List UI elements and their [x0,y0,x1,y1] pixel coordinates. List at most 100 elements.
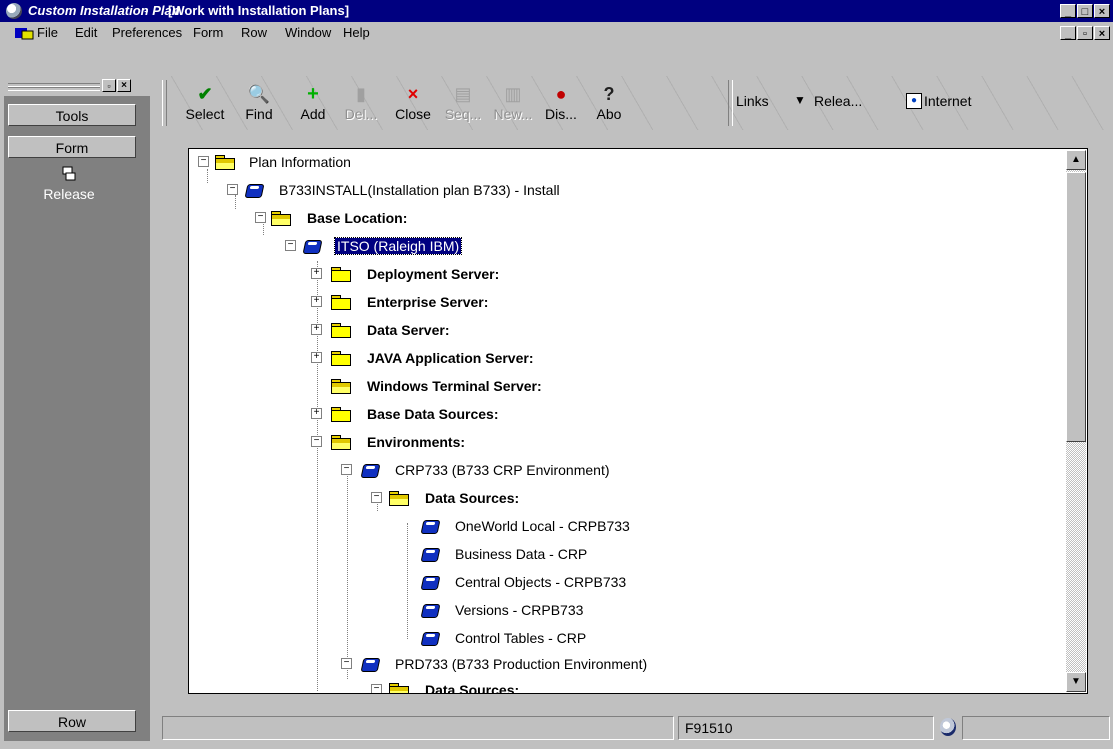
expand-icon[interactable]: + [311,268,322,279]
tree-node-windows-terminal-server[interactable]: Windows Terminal Server: [189,373,1049,399]
close-form-button[interactable]: × Close [388,76,438,130]
collapse-icon[interactable]: − [311,436,322,447]
collapse-icon[interactable]: − [285,240,296,251]
folder-icon [331,351,351,366]
selected-node-label: ITSO (Raleigh IBM) [333,237,463,255]
app-icon[interactable] [6,3,22,19]
database-icon [421,518,439,534]
panel-restore-button[interactable]: ▫ [102,79,116,92]
sequence-icon: ▤ [454,84,472,104]
internet-icon: ● [906,93,922,109]
scroll-thumb[interactable] [1066,172,1086,442]
release-icon [62,166,76,181]
tree-node-plan[interactable]: − B733INSTALL(Installation plan B733) - … [189,177,1049,203]
database-icon [421,546,439,562]
tree-node-datasource[interactable]: Versions - CRPB733 [189,597,1049,623]
tree-node-datasource[interactable]: Business Data - CRP [189,541,1049,567]
tree-node-java-server[interactable]: + JAVA Application Server: [189,345,1049,371]
tree-node-itso[interactable]: − ITSO (Raleigh IBM) [189,233,1049,259]
new-button[interactable]: ▥ New... [488,76,538,130]
find-button[interactable]: 🔍 Find [234,76,284,130]
expand-icon[interactable]: + [311,352,322,363]
tools-tab[interactable]: Tools [8,104,136,126]
document-menu-icon[interactable] [14,26,34,40]
delete-button[interactable]: ▮ Del... [336,76,386,130]
tree-node-environments[interactable]: − Environments: [189,429,1049,455]
about-button[interactable]: ? Abo [584,76,634,130]
internet-link[interactable]: Internet [924,93,971,109]
menu-row[interactable]: Row [241,25,267,40]
open-folder-icon [271,211,291,226]
status-message [162,716,674,740]
close-button[interactable]: × [1094,4,1110,18]
expand-icon[interactable]: + [311,408,322,419]
menu-form[interactable]: Form [193,25,223,40]
tree-node-datasource[interactable]: OneWorld Local - CRPB733 [189,513,1049,539]
collapse-icon[interactable]: − [341,464,352,475]
tree-node-crp733[interactable]: − CRP733 (B733 CRP Environment) [189,457,1049,483]
panel-grip[interactable]: ▫ × [4,76,150,96]
row-tab[interactable]: Row [8,710,136,732]
select-button[interactable]: ✔ Select [180,76,230,130]
panel-close-button[interactable]: × [117,79,131,92]
menu-window[interactable]: Window [285,25,331,40]
open-folder-icon [389,491,409,506]
database-icon [421,630,439,646]
vertical-scrollbar[interactable]: ▲ ▼ [1066,150,1086,692]
links-menu[interactable]: Links [736,93,769,109]
collapse-icon[interactable]: − [198,156,209,167]
open-folder-icon [331,379,351,394]
menu-file[interactable]: File [37,25,58,40]
database-icon [361,656,379,672]
help-arrow-icon: ? [603,84,615,104]
checkmark-icon: ✔ [197,84,213,104]
installation-plan-tree[interactable]: − Plan Information − B733INSTALL(Install… [188,148,1088,694]
minimize-button[interactable]: _ [1060,4,1076,18]
document-title: [Work with Installation Plans] [168,3,350,18]
form-id: F91510 [678,716,934,740]
tree-node-base-location[interactable]: − Base Location: [189,205,1049,231]
sequence-button[interactable]: ▤ Seq... [438,76,488,130]
tree-node-crp-data-sources[interactable]: − Data Sources: [189,485,1049,511]
database-icon [245,182,263,198]
release-exit[interactable]: Release [14,166,124,202]
scroll-up-arrow-icon[interactable]: ▲ [1066,150,1086,170]
form-tab[interactable]: Form [8,136,136,158]
menu-preferences[interactable]: Preferences [112,25,182,40]
display-button[interactable]: ● Dis... [536,76,586,130]
tree-node-datasource[interactable]: Central Objects - CRPB733 [189,569,1049,595]
tree-node-data-server[interactable]: + Data Server: [189,317,1049,343]
title-bar[interactable]: Custom Installation Plan - [Work with In… [0,0,1113,22]
open-folder-icon [215,155,235,170]
menu-help[interactable]: Help [343,25,370,40]
scroll-down-arrow-icon[interactable]: ▼ [1066,672,1086,692]
tree-node-enterprise-server[interactable]: + Enterprise Server: [189,289,1049,315]
maximize-button[interactable]: □ [1077,4,1093,18]
display-icon: ● [555,84,567,104]
doc-minimize-button[interactable]: _ [1060,26,1076,40]
database-icon [361,462,379,478]
title-separator: - [144,3,149,18]
release-link[interactable]: Relea... [814,93,862,109]
doc-close-button[interactable]: × [1094,26,1110,40]
collapse-icon[interactable]: − [371,492,382,503]
folder-icon [331,323,351,338]
tree-node-datasource[interactable]: Control Tables - CRP [189,625,1049,651]
expand-icon[interactable]: + [311,324,322,335]
tree-node-base-data-sources[interactable]: + Base Data Sources: [189,401,1049,427]
collapse-icon[interactable]: − [255,212,266,223]
tree-node-prd-data-sources[interactable]: − Data Sources: [189,677,1049,693]
collapse-icon[interactable]: − [371,684,382,693]
tree-node-deployment-server[interactable]: + Deployment Server: [189,261,1049,287]
open-folder-icon [331,435,351,450]
add-icon: + [307,83,319,105]
dropdown-arrow-icon[interactable]: ▼ [794,93,806,107]
tree-node-prd733[interactable]: − PRD733 (B733 Production Environment) [189,651,1049,677]
collapse-icon[interactable]: − [341,658,352,669]
tree-node-plan-information[interactable]: − Plan Information [189,149,1049,175]
menu-edit[interactable]: Edit [75,25,97,40]
expand-icon[interactable]: + [311,296,322,307]
collapse-icon[interactable]: − [227,184,238,195]
add-button[interactable]: + Add [288,76,338,130]
doc-restore-button[interactable]: ▫ [1077,26,1093,40]
